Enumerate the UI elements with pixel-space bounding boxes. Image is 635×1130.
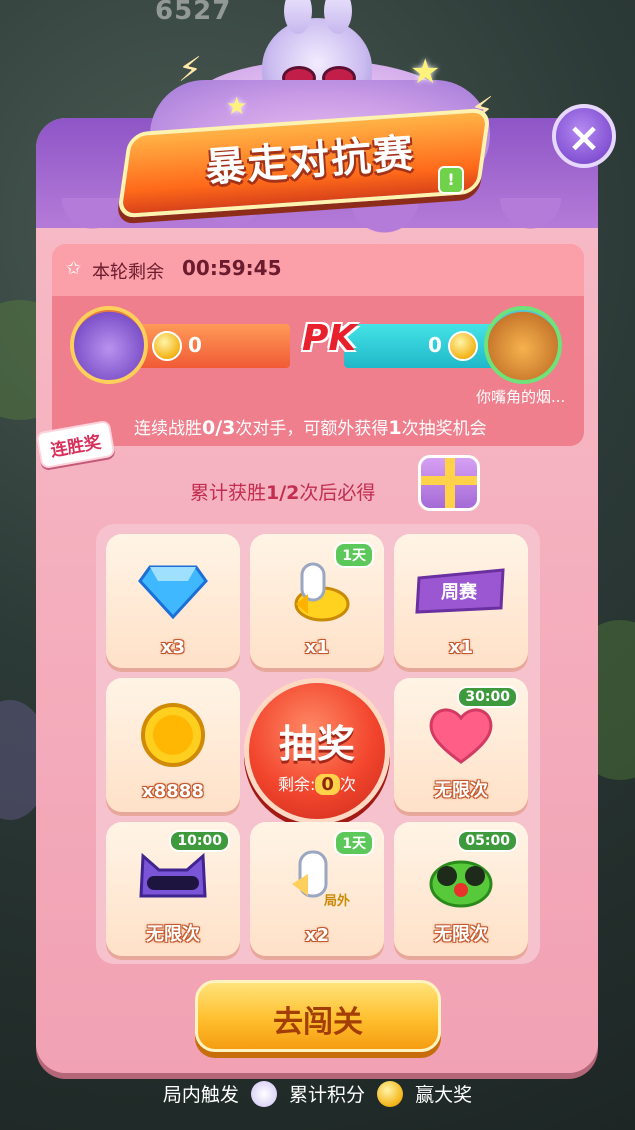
footer-text-2: 累计积分 bbox=[288, 1084, 365, 1106]
pk-badge: PK bbox=[302, 318, 357, 359]
footer-text-3: 赢大奖 bbox=[415, 1084, 473, 1106]
bunny-icon bbox=[250, 1080, 277, 1107]
reward-cell[interactable]: 1天 x1 bbox=[250, 534, 384, 668]
draw-remaining-count: 0 bbox=[315, 774, 340, 795]
footer-text-1: 局内触发 bbox=[162, 1084, 239, 1106]
lightning-icon: ⚡ bbox=[178, 50, 202, 90]
reward-cell[interactable]: 05:00 无限次 bbox=[394, 822, 528, 956]
reward-quantity: x8888 bbox=[142, 781, 204, 802]
diamond-icon bbox=[138, 563, 208, 623]
my-avatar[interactable] bbox=[70, 306, 148, 384]
draw-remaining-suffix: 次 bbox=[339, 775, 356, 794]
my-score: 0 bbox=[188, 333, 202, 357]
star-icon: ★ bbox=[226, 92, 248, 120]
heart-icon bbox=[426, 704, 496, 770]
star-outline-icon: ✩ bbox=[66, 258, 82, 279]
glove-x3-icon: 局外 bbox=[282, 844, 352, 918]
glove-icon bbox=[282, 556, 352, 630]
info-icon[interactable]: ! bbox=[438, 166, 464, 194]
reward-quantity: x2 bbox=[304, 925, 330, 946]
close-button[interactable]: × bbox=[552, 104, 616, 168]
pk-card: ✩ 本轮剩余 00:59:45 0 0 PK 你嘴角的烟... 连胜奖 连续战胜… bbox=[35, 244, 584, 470]
outside-level-label: 局外 bbox=[324, 893, 351, 909]
reward-cell[interactable]: 30:00 无限次 bbox=[394, 678, 528, 812]
reward-quantity: 无限次 bbox=[146, 924, 200, 945]
reward-quantity: x1 bbox=[304, 637, 330, 658]
bunny-ear-icon bbox=[284, 0, 312, 34]
reward-cell[interactable]: x8888 bbox=[106, 678, 240, 812]
star-icon: ★ bbox=[410, 52, 441, 92]
gift-box-icon[interactable] bbox=[418, 455, 480, 511]
event-header: ★ ★ ⚡ ⚡ 暴走对抗赛 ! bbox=[0, 0, 635, 230]
cumulative-suffix: 次后必得 bbox=[299, 482, 376, 504]
footer-hint: 局内触发 累计积分 赢大奖 bbox=[0, 1080, 635, 1120]
reward-cell[interactable]: x3 bbox=[106, 534, 240, 668]
cumulative-progress: 1/2 bbox=[266, 482, 300, 504]
reward-quantity: 无限次 bbox=[434, 924, 488, 945]
draw-remaining-prefix: 剩余: bbox=[278, 775, 316, 794]
cumulative-win-text: 累计获胜1/2次后必得 bbox=[190, 478, 375, 505]
opponent-avatar[interactable] bbox=[484, 306, 562, 384]
timer-row: ✩ 本轮剩余 00:59:45 bbox=[52, 244, 584, 296]
medal-icon bbox=[448, 331, 478, 361]
bunny-ear-icon bbox=[324, 0, 352, 34]
reward-quantity: x3 bbox=[160, 637, 186, 658]
ticket-text: 周赛 bbox=[441, 581, 477, 603]
streak-text-middle: 次对手，可额外获得 bbox=[235, 419, 389, 439]
reward-cell[interactable]: 周赛 x1 bbox=[394, 534, 528, 668]
reward-quantity: 无限次 bbox=[434, 780, 488, 801]
lottery-draw-button[interactable]: 抽奖 剩余: 0 次 bbox=[244, 678, 390, 824]
cumulative-prefix: 累计获胜 bbox=[190, 482, 267, 504]
frog-icon bbox=[425, 848, 497, 914]
reward-quantity: x1 bbox=[448, 637, 474, 658]
ticket-icon: 周赛 bbox=[415, 568, 507, 618]
draw-remaining: 剩余: 0 次 bbox=[249, 771, 385, 795]
medal-icon bbox=[377, 1080, 404, 1107]
streak-text-prefix: 连续战胜 bbox=[134, 419, 202, 439]
timer-label: 本轮剩余 bbox=[92, 262, 164, 283]
start-level-button[interactable]: 去闯关 bbox=[195, 980, 441, 1052]
start-level-label: 去闯关 bbox=[273, 1005, 363, 1040]
streak-progress: 0/3 bbox=[202, 417, 236, 439]
coin-icon bbox=[139, 701, 207, 773]
opponent-score: 0 bbox=[428, 333, 442, 357]
draw-label: 抽奖 bbox=[278, 722, 355, 766]
streak-description: 连续战胜0/3次对手，可额外获得1次抽奖机会 bbox=[134, 414, 487, 439]
reward-cell[interactable]: 10:00 无限次 bbox=[106, 822, 240, 956]
reward-cell[interactable]: 1天 局外 x2 bbox=[250, 822, 384, 956]
timer-value: 00:59:45 bbox=[182, 256, 282, 280]
opponent-name: 你嘴角的烟... bbox=[476, 388, 566, 406]
medal-icon bbox=[152, 331, 182, 361]
streak-text-suffix: 次抽奖机会 bbox=[401, 419, 487, 439]
cat-mask-icon bbox=[135, 848, 211, 914]
streak-reward-count: 1 bbox=[388, 417, 402, 439]
